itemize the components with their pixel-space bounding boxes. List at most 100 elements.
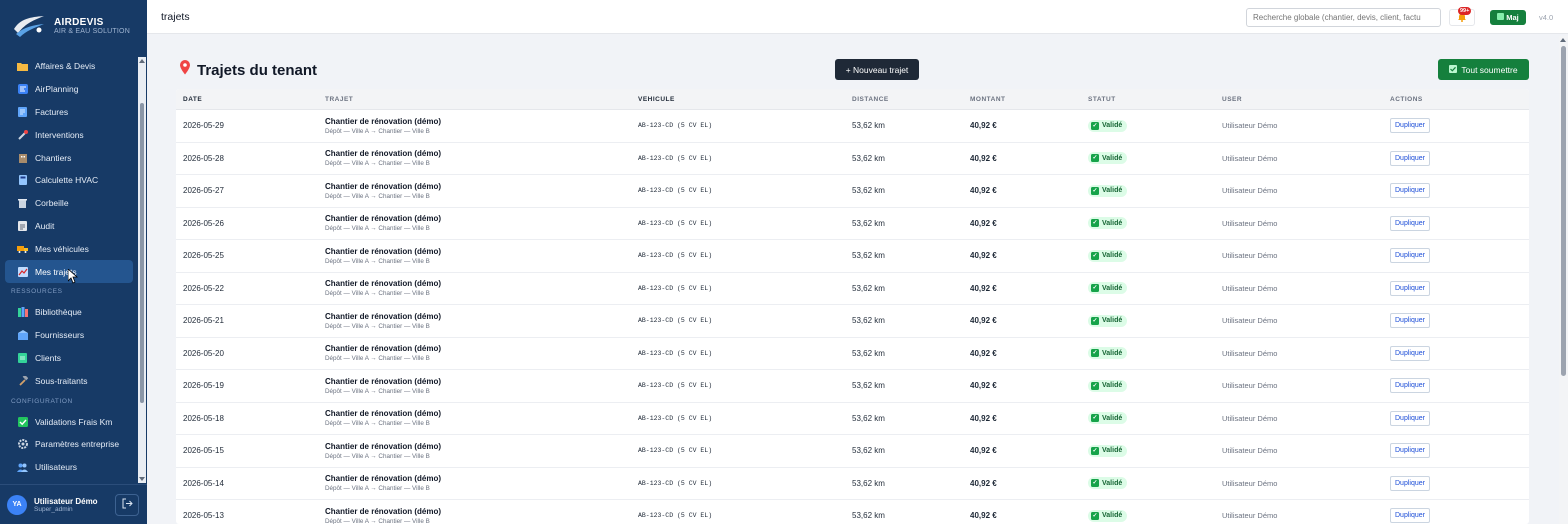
duplicate-button[interactable]: Dupliquer (1390, 313, 1430, 329)
books-icon (17, 307, 28, 318)
column-header-statut[interactable]: STATUT (1081, 96, 1215, 103)
duplicate-button[interactable]: Dupliquer (1390, 150, 1430, 166)
maj-button[interactable]: Maj (1490, 10, 1526, 25)
main-scrollbar[interactable] (1559, 36, 1568, 524)
cell-vehicule: AB-123-CD (5 CV EL) (638, 219, 713, 227)
column-header-date[interactable]: DATE (176, 96, 318, 103)
cell-user: Utilisateur Démo (1222, 413, 1278, 423)
brand-tagline: AIR & EAU SOLUTION (54, 27, 130, 35)
brand[interactable]: AIRDEVIS AIR & EAU SOLUTION (0, 0, 147, 52)
trip-title: Chantier de rénovation (démo) (325, 181, 442, 191)
duplicate-button[interactable]: Dupliquer (1390, 118, 1430, 134)
cell-date: 2026-05-21 (183, 316, 224, 326)
cell-vehicule: AB-123-CD (5 CV EL) (638, 512, 713, 520)
sidebar-item-interventions[interactable]: Interventions (5, 123, 133, 146)
column-header-user[interactable]: USER (1215, 96, 1383, 103)
table-row[interactable]: 2026-05-29 Chantier de rénovation (démo) D… (176, 110, 1529, 143)
sidebar-item-mes-vehicules[interactable]: Mes véhicules (5, 237, 133, 260)
table-row[interactable]: 2026-05-26 Chantier de rénovation (démo) D… (176, 208, 1529, 240)
cell-trajet: Chantier de rénovation (démo) Dépôt — Vil… (318, 279, 631, 297)
duplicate-button[interactable]: Dupliquer (1390, 378, 1430, 394)
submit-all-button[interactable]: Tout soumettre (1438, 59, 1529, 80)
scroll-up-arrow-icon[interactable] (139, 59, 145, 63)
sidebar-item-label: Audit (35, 220, 55, 231)
trip-title: Chantier de rénovation (démo) (325, 506, 442, 516)
scroll-up-arrow-icon[interactable] (1560, 38, 1566, 42)
table-row[interactable]: 2026-05-27 Chantier de rénovation (démo) D… (176, 175, 1529, 208)
cell-montant: 40,92 € (970, 381, 997, 391)
scroll-down-arrow-icon[interactable] (139, 477, 145, 481)
sidebar-item-validations-frais-km[interactable]: Validations Frais Km (5, 410, 133, 433)
check-icon: ✓ (1091, 154, 1099, 163)
logout-button[interactable] (115, 494, 139, 516)
cell-distance: 53,62 km (852, 381, 885, 391)
duplicate-button[interactable]: Dupliquer (1390, 280, 1430, 296)
duplicate-button[interactable]: Dupliquer (1390, 248, 1430, 264)
trip-route: Dépôt — Ville A → Chantier — Ville B (325, 192, 430, 200)
table-row[interactable]: 2026-05-19 Chantier de rénovation (démo) D… (176, 370, 1529, 403)
sidebar-item-chantiers[interactable]: Chantiers (5, 146, 133, 169)
cell-vehicule: AB-123-CD (5 CV EL) (638, 414, 713, 422)
cell-date: 2026-05-14 (183, 478, 224, 488)
duplicate-button[interactable]: Dupliquer (1390, 475, 1430, 491)
cell-date: 2026-05-25 (183, 251, 224, 261)
table-row[interactable]: 2026-05-15 Chantier de rénovation (démo) D… (176, 435, 1529, 468)
sidebar-item-airplanning[interactable]: AirPlanning (5, 78, 133, 101)
sidebar-item-affaires-devis[interactable]: Affaires & Devis (5, 55, 133, 78)
duplicate-button[interactable]: Dupliquer (1390, 215, 1430, 231)
scrollbar-thumb[interactable] (1561, 46, 1566, 376)
cell-vehicule: AB-123-CD (5 CV EL) (638, 187, 713, 195)
cell-montant: 40,92 € (970, 478, 997, 488)
sidebar-item-factures[interactable]: Factures (5, 101, 133, 124)
cell-user: Utilisateur Démo (1222, 153, 1278, 163)
user-profile[interactable]: YA Utilisateur Démo Super_admin (0, 484, 147, 524)
table-row[interactable]: 2026-05-18 Chantier de rénovation (démo) D… (176, 403, 1529, 435)
table-row[interactable]: 2026-05-14 Chantier de rénovation (démo) D… (176, 468, 1529, 500)
sidebar-scrollbar[interactable] (138, 57, 146, 483)
global-search-input[interactable] (1246, 8, 1441, 27)
refresh-icon (1497, 13, 1505, 22)
cell-montant: 40,92 € (970, 446, 997, 456)
sidebar-item-sous-traitants[interactable]: Sous-traitants (5, 369, 133, 392)
cell-trajet: Chantier de rénovation (démo) Dépôt — Vil… (318, 247, 631, 265)
sidebar-item-audit[interactable]: Audit (5, 215, 133, 238)
duplicate-button[interactable]: Dupliquer (1390, 183, 1430, 199)
trip-title: Chantier de rénovation (démo) (325, 474, 442, 484)
column-header-trajet[interactable]: TRAJET (318, 96, 631, 103)
table-row[interactable]: 2026-05-25 Chantier de rénovation (démo) D… (176, 240, 1529, 273)
new-trip-button[interactable]: + Nouveau trajet (835, 59, 919, 80)
table-row[interactable]: 2026-05-13 Chantier de rénovation (démo) D… (176, 500, 1529, 524)
cell-statut: ✓ Validé (1081, 282, 1215, 295)
cell-user: Utilisateur Démo (1222, 348, 1278, 358)
table-row[interactable]: 2026-05-28 Chantier de rénovation (démo) D… (176, 143, 1529, 175)
status-label: Validé (1102, 122, 1123, 130)
avatar[interactable]: YA (7, 494, 27, 515)
sidebar-item-clients[interactable]: Clients (5, 347, 133, 370)
duplicate-button[interactable]: Dupliquer (1390, 345, 1430, 361)
table-row[interactable]: 2026-05-21 Chantier de rénovation (démo) D… (176, 305, 1529, 338)
sidebar-item-parametres-entreprise[interactable]: Paramètres entreprise (5, 433, 133, 456)
sidebar-item-calculette-hvac[interactable]: Calculette HVAC (5, 169, 133, 192)
sidebar-item-bibliotheque[interactable]: Bibliothèque (5, 301, 133, 324)
cell-actions: Dupliquer (1383, 215, 1430, 231)
column-header-montant[interactable]: MONTANT (963, 96, 1081, 103)
sidebar-item-corbeille[interactable]: Corbeille (5, 192, 133, 215)
duplicate-button[interactable]: Dupliquer (1390, 410, 1430, 426)
cell-date: 2026-05-18 (183, 413, 224, 423)
status-label: Validé (1102, 317, 1123, 325)
cell-statut: ✓ Validé (1081, 509, 1215, 522)
column-header-distance[interactable]: DISTANCE (845, 96, 963, 103)
status-badge: ✓ Validé (1088, 152, 1128, 165)
cell-date: 2026-05-22 (183, 283, 224, 293)
sidebar-item-utilisateurs[interactable]: Utilisateurs (5, 456, 133, 479)
table-row[interactable]: 2026-05-20 Chantier de rénovation (démo) D… (176, 338, 1529, 370)
table-row[interactable]: 2026-05-22 Chantier de rénovation (démo) D… (176, 273, 1529, 305)
column-header-vehicule[interactable]: VEHICULE (631, 96, 845, 103)
scrollbar-thumb[interactable] (140, 103, 144, 403)
topbar: trajets 99+ Maj v4.0 (147, 0, 1568, 34)
duplicate-button[interactable]: Dupliquer (1390, 443, 1430, 459)
duplicate-button[interactable]: Dupliquer (1390, 508, 1430, 524)
cell-date: 2026-05-27 (183, 186, 224, 196)
sidebar-item-fournisseurs[interactable]: Fournisseurs (5, 324, 133, 347)
building-icon (17, 152, 28, 163)
